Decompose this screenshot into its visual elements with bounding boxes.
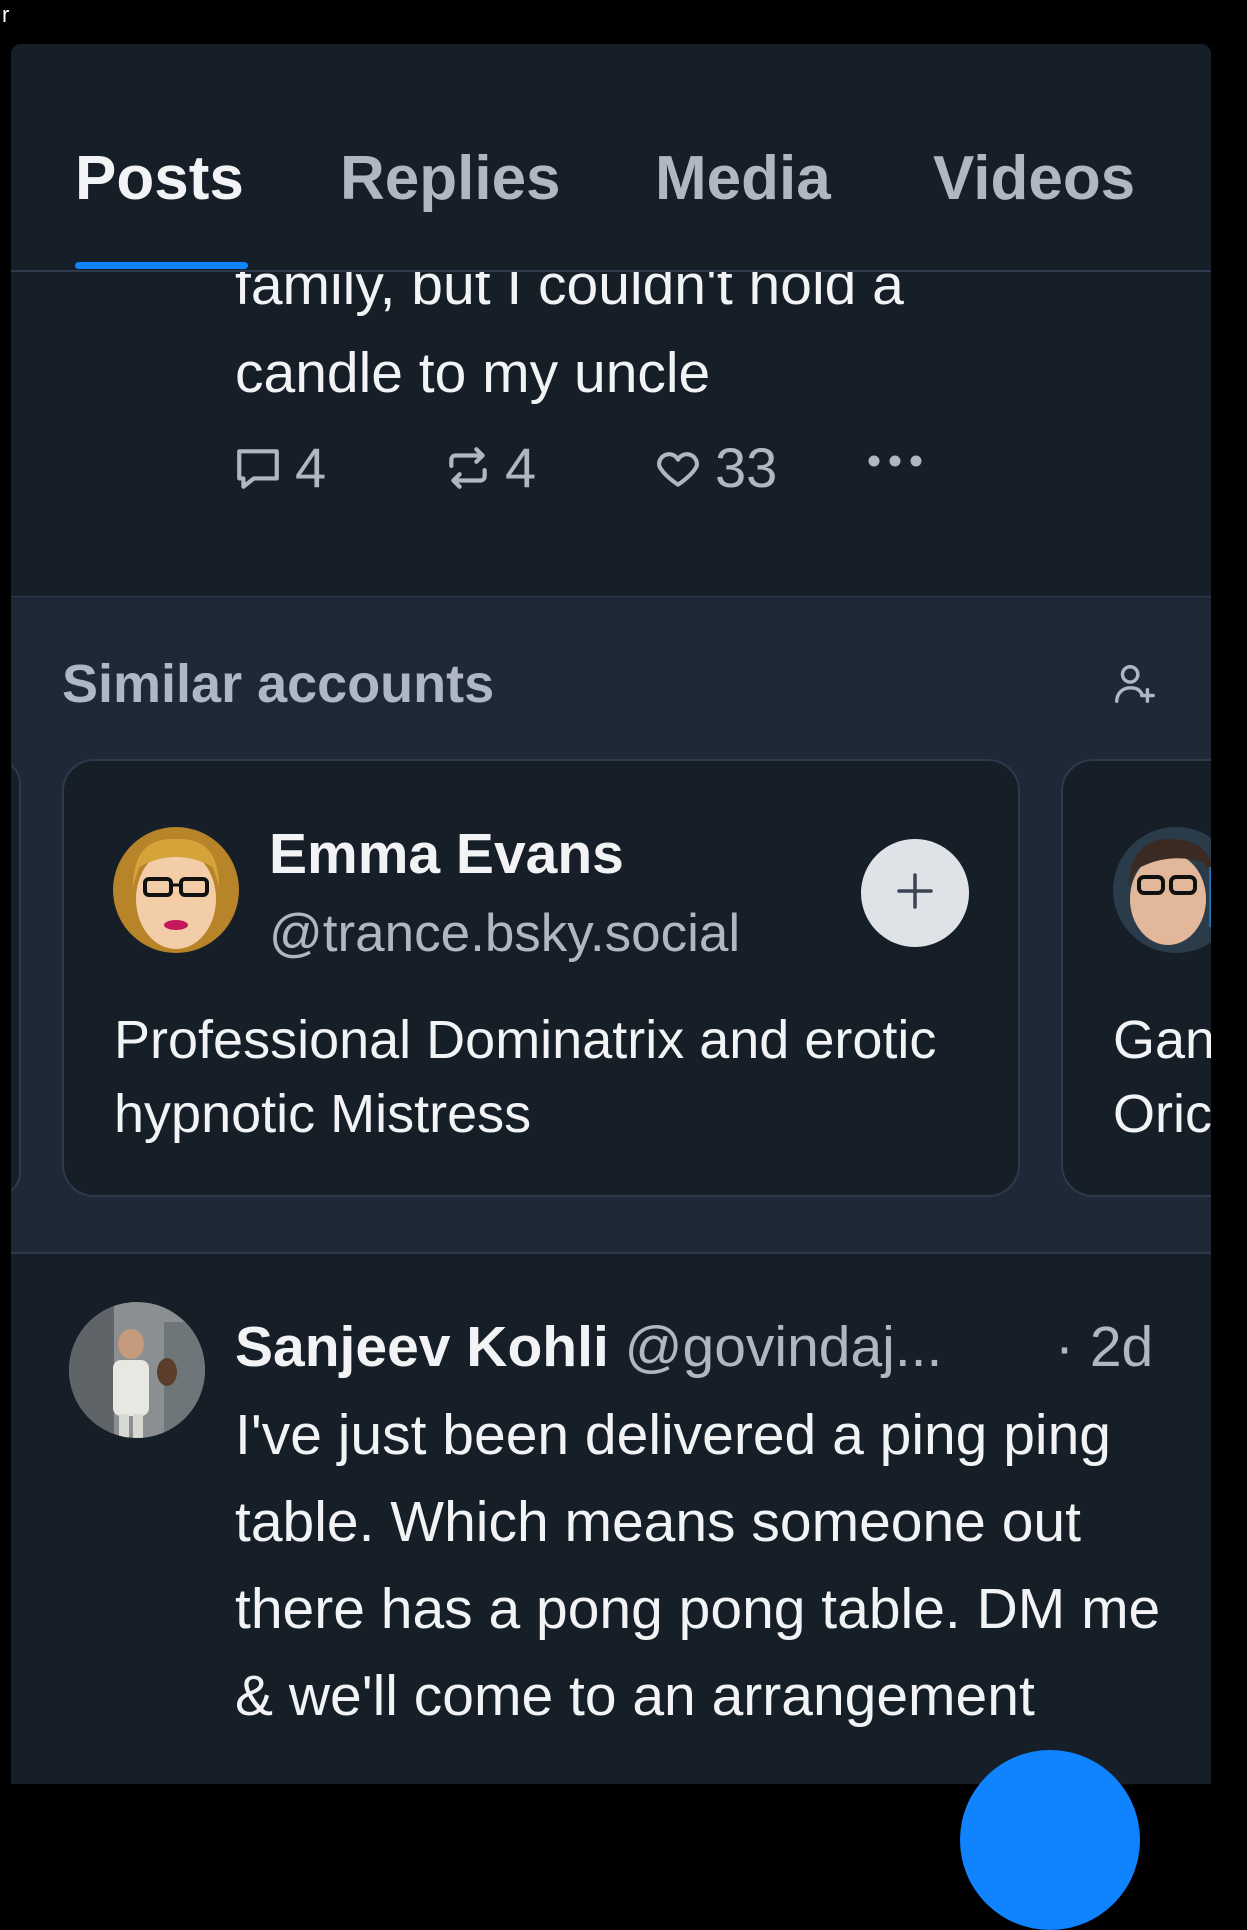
similar-accounts-section: Similar accounts Emma Evans @trance.bsky… — [11, 597, 1211, 1254]
corner-char: r — [2, 2, 10, 27]
tab-posts[interactable]: Posts — [75, 148, 244, 210]
repost-icon — [443, 443, 493, 493]
tab-replies[interactable]: Replies — [340, 148, 561, 210]
account-bio: Professional Dominatrix and erotic hypno… — [114, 1010, 937, 1144]
repost-button[interactable]: 4 — [443, 435, 536, 500]
account-card-next[interactable]: Gan Oric — [1061, 759, 1211, 1197]
profile-feed-panel: family, but I couldn't hold a candle to … — [11, 44, 1211, 1784]
compose-button[interactable] — [960, 1750, 1140, 1930]
bio-line: Oric — [1113, 1084, 1211, 1144]
reply-count: 4 — [295, 436, 327, 499]
account-name: Emma Evans — [269, 822, 624, 886]
profile-tab-bar: Posts Replies Media Videos — [11, 44, 1211, 272]
tab-videos[interactable]: Videos — [933, 148, 1135, 210]
like-count: 33 — [715, 436, 778, 499]
post-header: Sanjeev Kohli @govindaj... — [235, 1314, 942, 1380]
similar-accounts-title: Similar accounts — [62, 654, 495, 714]
reply-button[interactable]: 4 — [233, 435, 326, 500]
author-avatar[interactable] — [69, 1302, 205, 1438]
reply-icon — [233, 443, 283, 493]
heart-icon — [653, 443, 703, 493]
account-card[interactable]: Emma Evans @trance.bsky.social Professio… — [62, 759, 1020, 1197]
repost-count: 4 — [505, 436, 537, 499]
add-user-icon[interactable] — [1111, 661, 1157, 712]
account-card-previous[interactable] — [11, 759, 21, 1197]
more-options-button[interactable] — [865, 441, 925, 481]
author-handle[interactable]: @govindaj... — [625, 1315, 943, 1379]
tab-media[interactable]: Media — [655, 148, 831, 210]
post-text: I've just been delivered a ping ping tab… — [235, 1403, 1161, 1728]
post-timestamp[interactable]: · 2d — [1055, 1314, 1153, 1380]
avatar — [113, 827, 239, 953]
feed-post-partial[interactable]: family, but I couldn't hold a candle to … — [11, 253, 1211, 598]
bio-line: Gan — [1113, 1010, 1211, 1070]
more-horizontal-icon — [865, 441, 925, 481]
author-name[interactable]: Sanjeev Kohli — [235, 1315, 609, 1379]
avatar — [1113, 827, 1211, 953]
like-button[interactable]: 33 — [653, 435, 777, 500]
account-bio-partial: Gan Oric — [1113, 1003, 1211, 1151]
account-handle: @trance.bsky.social — [269, 904, 741, 963]
active-tab-indicator — [75, 262, 248, 269]
feed-post[interactable]: Sanjeev Kohli @govindaj... · 2d I've jus… — [11, 1254, 1211, 1784]
post-text-line: candle to my uncle — [235, 341, 711, 405]
follow-button[interactable] — [861, 839, 969, 947]
plus-icon — [895, 871, 935, 916]
